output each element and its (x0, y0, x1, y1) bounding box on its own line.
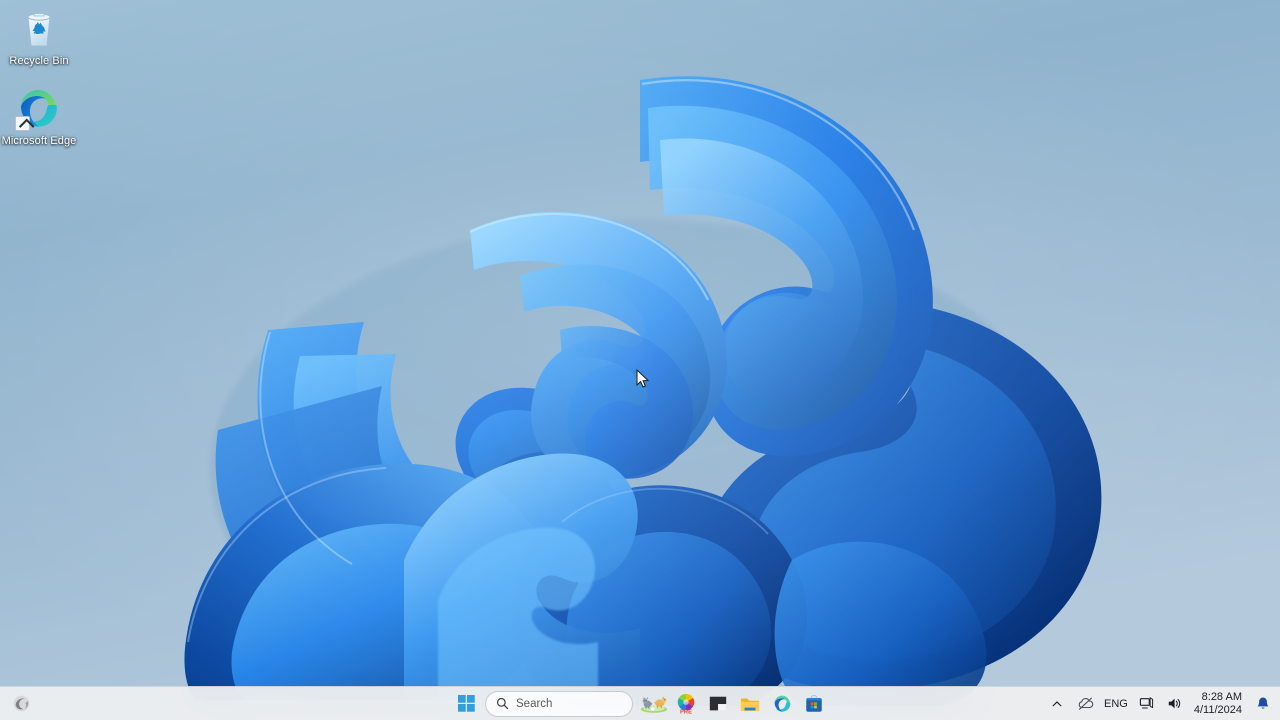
windows-logo-icon (457, 695, 475, 712)
edge-icon (15, 84, 63, 132)
shortcut-overlay-icon (15, 116, 30, 131)
svg-text:PRE: PRE (680, 709, 692, 714)
taskbar-item-file-explorer[interactable] (735, 689, 765, 719)
volume-tray-button[interactable] (1162, 691, 1188, 717)
desktop-icon-recycle-bin[interactable]: Recycle Bin (0, 4, 78, 68)
network-tray-button[interactable] (1134, 691, 1160, 717)
network-icon (1140, 697, 1154, 709)
folder-icon (740, 698, 760, 711)
desktop[interactable]: Recycle Bin Microsoft Edge Search PRE EN… (0, 0, 1280, 720)
speaker-icon (1169, 698, 1181, 709)
taskbar[interactable]: Search PRE ENG 8:28 AM 4/11/2024 (0, 686, 1280, 720)
start-button[interactable] (451, 689, 481, 719)
chevron-up-icon (1052, 700, 1062, 706)
widgets-weather-icon (640, 696, 668, 713)
bell-icon (1257, 697, 1269, 709)
onedrive-tray-button[interactable] (1072, 691, 1098, 717)
taskbar-item-premiere-elements[interactable]: PRE (671, 689, 701, 719)
desktop-icon-label: Recycle Bin (9, 55, 69, 67)
taskbar-item-microsoft-store[interactable] (799, 689, 829, 719)
edge-icon (774, 695, 790, 712)
taskbar-left-region (6, 689, 36, 719)
taskbar-search-box[interactable]: Search (485, 690, 633, 717)
desktop-icon-label: Microsoft Edge (1, 135, 77, 147)
taskbar-system-tray: ENG 8:28 AM 4/11/2024 (1044, 691, 1276, 717)
show-hidden-icons-button[interactable] (1044, 691, 1070, 717)
language-indicator[interactable]: ENG (1100, 698, 1132, 710)
desktop-icon-microsoft-edge[interactable]: Microsoft Edge (0, 84, 78, 148)
clock-date: 4/11/2024 (1193, 703, 1242, 716)
taskbar-clock[interactable]: 8:28 AM 4/11/2024 (1190, 691, 1248, 717)
edge-grey-icon[interactable] (6, 689, 36, 719)
desktop-wallpaper (0, 0, 1280, 720)
search-placeholder-text: Search (516, 697, 553, 710)
search-icon (496, 697, 509, 710)
taskbar-item-widgets[interactable] (639, 689, 669, 719)
taskbar-item-task-view[interactable] (703, 689, 733, 719)
taskbar-center-region: Search PRE (451, 689, 829, 719)
recycle-bin-icon (15, 4, 63, 52)
cloud-offline-icon (1078, 697, 1093, 710)
clock-time: 8:28 AM (1201, 690, 1242, 703)
task-view-icon (709, 696, 727, 710)
premiere-elements-icon: PRE (677, 693, 695, 715)
notifications-button[interactable] (1250, 691, 1276, 717)
store-icon (806, 694, 822, 712)
taskbar-item-microsoft-edge[interactable] (767, 689, 797, 719)
